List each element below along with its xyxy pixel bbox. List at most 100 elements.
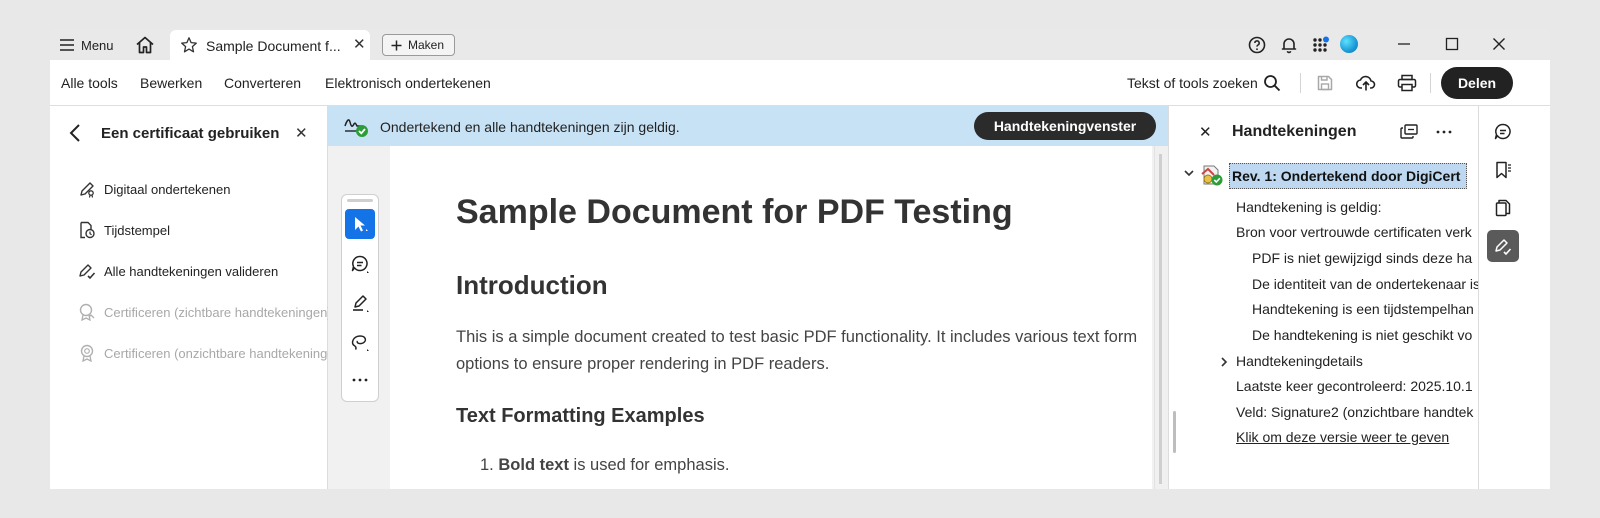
menu-all-tools[interactable]: Alle tools: [61, 75, 118, 91]
main-toolbar: Alle tools Bewerken Converteren Elektron…: [50, 60, 1550, 106]
pen-icon: [353, 295, 369, 312]
signature-options-button[interactable]: [1397, 121, 1421, 143]
home-icon: [136, 36, 154, 54]
paragraph-line: This is a simple document created to tes…: [456, 328, 1138, 346]
sig-status-line: Handtekening is een tijdstempelhan: [1252, 301, 1474, 317]
maximize-button[interactable]: [1440, 33, 1464, 55]
menu-edit[interactable]: Bewerken: [140, 75, 202, 91]
comments-pane-button[interactable]: [1487, 116, 1519, 148]
pages-icon: [1495, 199, 1511, 217]
vertical-scrollbar[interactable]: [1154, 146, 1168, 489]
toolbar-divider: [1300, 73, 1301, 93]
share-button[interactable]: Delen: [1441, 67, 1513, 99]
print-button[interactable]: [1396, 72, 1418, 94]
hamburger-icon: [60, 39, 74, 51]
star-icon[interactable]: [180, 36, 198, 54]
close-signatures-icon[interactable]: ✕: [1199, 123, 1212, 141]
document-tab[interactable]: Sample Document f... ✕: [170, 30, 370, 60]
close-panel-icon[interactable]: ✕: [295, 124, 308, 142]
maximize-icon: [1445, 37, 1459, 51]
signature-verified-icon: [1201, 165, 1223, 186]
printer-icon: [1397, 74, 1417, 92]
make-button[interactable]: Maken: [382, 34, 455, 56]
toolbar-divider: [1430, 73, 1431, 93]
pages-pane-button[interactable]: [1487, 192, 1519, 224]
signatures-panel: ✕ Handtekeningen Rev. 1: Ondertekend doo…: [1168, 106, 1478, 489]
plus-icon: [391, 40, 402, 50]
chevron-down-icon[interactable]: [1183, 167, 1195, 179]
sig-status-line: Handtekening is geldig:: [1236, 199, 1382, 215]
signature-panel-button[interactable]: Handtekeningvenster: [974, 112, 1156, 140]
user-avatar[interactable]: [1340, 35, 1358, 53]
bookmarks-pane-button[interactable]: [1487, 154, 1519, 186]
banner-text: Ondertekend en alle handtekeningen zijn …: [380, 119, 680, 135]
close-tab-icon[interactable]: ✕: [353, 37, 366, 52]
digital-sign-option[interactable]: Digitaal ondertekenen: [78, 179, 230, 199]
draw-tool-button[interactable]: [345, 327, 375, 357]
signature-pen-icon: [1495, 239, 1512, 256]
comment-tool-button[interactable]: [345, 249, 375, 279]
revision-label[interactable]: Rev. 1: Ondertekend door DigiCert: [1229, 163, 1468, 189]
highlight-tool-button[interactable]: [345, 288, 375, 318]
field-line: Veld: Signature2 (onzichtbare handtek: [1236, 404, 1474, 420]
bold-text: Bold text: [498, 456, 569, 474]
search-button[interactable]: [1261, 72, 1283, 94]
back-arrow-icon[interactable]: [68, 123, 84, 143]
help-button[interactable]: [1246, 34, 1268, 56]
toolbar-grip[interactable]: [347, 199, 373, 202]
copy-signature-icon: [1400, 124, 1418, 139]
more-horizontal-icon: [352, 378, 368, 382]
list-number: 1.: [480, 456, 494, 474]
bookmark-icon: [1496, 161, 1511, 179]
timestamp-icon: [80, 221, 95, 239]
validate-signatures-option[interactable]: Alle handtekeningen valideren: [78, 261, 278, 281]
last-checked-line: Laatste keer gecontroleerd: 2025.10.1: [1236, 378, 1473, 394]
certificate-panel: Een certificaat gebruiken ✕ Digitaal ond…: [50, 106, 346, 489]
certify-invisible-icon: [80, 344, 94, 362]
signature-details-item[interactable]: Handtekeningdetails: [1236, 353, 1363, 369]
menu-convert[interactable]: Converteren: [224, 75, 301, 91]
document-page: Sample Document for PDF Testing Introduc…: [390, 146, 1152, 489]
heading-introduction: Introduction: [456, 270, 608, 300]
bell-icon: [1281, 38, 1297, 54]
option-label: Certificeren (zichtbare handtekeningen): [104, 304, 332, 320]
close-window-button[interactable]: [1487, 33, 1511, 55]
view-version-link[interactable]: Klik om deze versie weer te geven: [1236, 429, 1449, 445]
timestamp-option[interactable]: Tijdstempel: [78, 220, 170, 240]
title-bar: Menu Sample Document f... ✕ Maken: [50, 29, 1550, 60]
apps-button[interactable]: [1310, 34, 1332, 56]
sig-status-line: De identiteit van de ondertekenaar is: [1252, 276, 1478, 292]
more-tools-button[interactable]: [345, 365, 375, 395]
signature-status-banner: Ondertekend en alle handtekeningen zijn …: [328, 106, 1168, 146]
panel-resize-handle[interactable]: [1173, 411, 1176, 453]
home-button[interactable]: [134, 34, 156, 56]
revision-row[interactable]: Rev. 1: Ondertekend door DigiCert: [1183, 161, 1478, 189]
certify-invisible-option[interactable]: Certificeren (onzichtbare handtekeningen…: [78, 343, 346, 363]
right-sidebar: [1478, 106, 1550, 489]
list-item: 1. Bold text is used for emphasis.: [480, 456, 729, 475]
notifications-button[interactable]: [1278, 34, 1300, 56]
floating-toolbar: [341, 194, 379, 402]
sign-digital-icon: [80, 182, 94, 198]
minimize-button[interactable]: [1392, 33, 1416, 55]
save-button[interactable]: [1314, 72, 1336, 94]
sig-status-line: Bron voor vertrouwde certificaten verk: [1236, 224, 1472, 240]
upload-button[interactable]: [1355, 72, 1377, 94]
lasso-icon: [351, 335, 369, 351]
app-window: Menu Sample Document f... ✕ Maken Alle t…: [50, 29, 1550, 489]
chevron-right-icon[interactable]: [1219, 356, 1229, 368]
more-horizontal-icon: [1436, 130, 1452, 134]
menu-e-sign[interactable]: Elektronisch ondertekenen: [325, 75, 491, 91]
signatures-title: Handtekeningen: [1232, 123, 1357, 140]
search-tools-label[interactable]: Tekst of tools zoeken: [1127, 75, 1258, 91]
option-label: Tijdstempel: [104, 222, 170, 238]
select-tool-button[interactable]: [345, 209, 375, 239]
scrollbar-thumb[interactable]: [1159, 154, 1162, 484]
signatures-pane-button[interactable]: [1487, 230, 1519, 262]
signatures-more-button[interactable]: [1432, 121, 1456, 143]
menu-button[interactable]: Menu: [60, 34, 114, 56]
tab-title: Sample Document f...: [206, 38, 341, 54]
certify-visible-option[interactable]: Certificeren (zichtbare handtekeningen): [78, 302, 332, 322]
apps-grid-icon: [1313, 36, 1329, 52]
help-icon: [1248, 36, 1266, 54]
